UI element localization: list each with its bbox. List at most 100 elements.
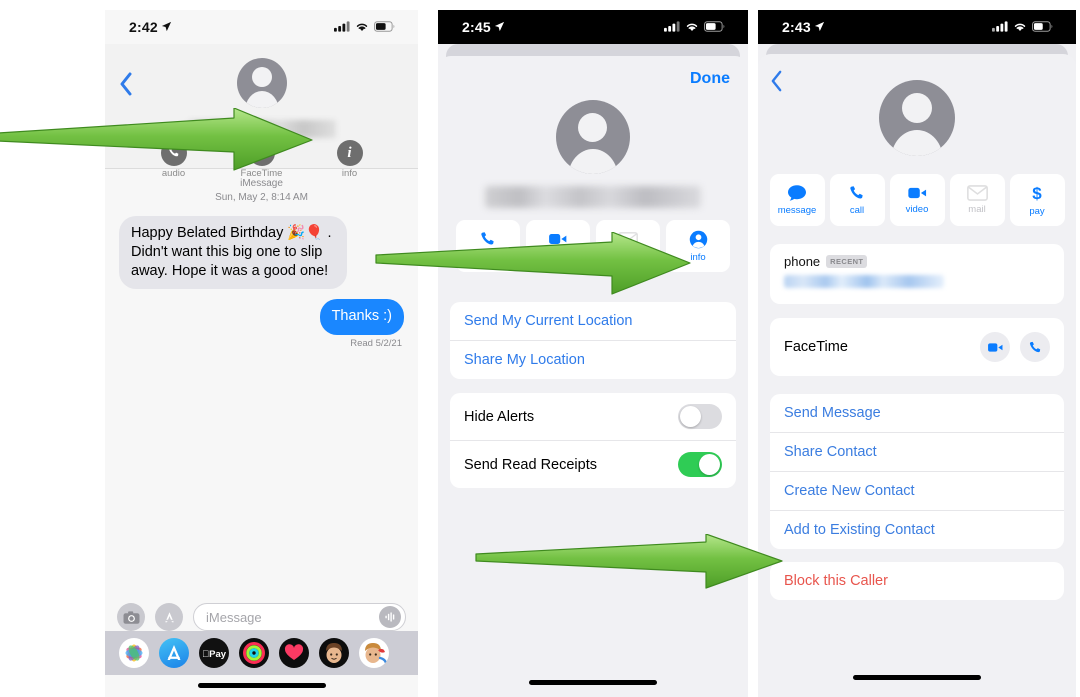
location-card: Send My Current Location Share My Locati… — [450, 302, 736, 379]
date-stamp: Sun, May 2, 8:14 AM — [215, 191, 308, 203]
phone-label-group: phone RECENT — [784, 254, 1050, 269]
facetime-video-button[interactable] — [980, 332, 1010, 362]
row-label: Share My Location — [464, 352, 585, 368]
battery-icon — [374, 19, 396, 35]
action-button-video[interactable]: video — [889, 174, 945, 226]
action-button-label: video — [905, 204, 929, 215]
info-icon: i — [336, 140, 363, 166]
location-arrow-icon — [814, 19, 825, 35]
row-share-contact[interactable]: Share Contact — [770, 432, 1064, 471]
phone-icon — [481, 232, 494, 245]
phone-number-row[interactable]: phone RECENT — [770, 244, 1064, 304]
imessage-app-drawer: Pay — [105, 631, 418, 675]
message-row-incoming: Happy Belated Birthday 🎉🎈 . Didn't want … — [119, 216, 404, 290]
audio-waveform-icon[interactable] — [379, 606, 401, 628]
row-create-new-contact[interactable]: Create New Contact — [770, 471, 1064, 510]
video-icon — [248, 140, 275, 166]
contact-action-buttons: message call video mail $ pay — [758, 174, 1076, 226]
action-button-mail: mail — [596, 220, 660, 272]
action-button-pay[interactable]: $ pay — [1009, 174, 1065, 226]
status-indicators — [992, 19, 1054, 35]
status-indicators — [334, 19, 396, 35]
row-label: Create New Contact — [784, 483, 915, 499]
app-store-icon[interactable] — [155, 603, 183, 631]
status-time: 2:42 — [129, 19, 158, 35]
photos-app-icon[interactable] — [119, 638, 149, 668]
wifi-icon — [1013, 19, 1027, 35]
message-bubble-outgoing[interactable]: Thanks :) — [319, 299, 404, 335]
imessage-input[interactable]: iMessage — [193, 603, 406, 631]
row-send-message[interactable]: Send Message — [770, 394, 1064, 432]
video-icon — [907, 187, 926, 199]
conversation-body: iMessage Sun, May 2, 8:14 AM Happy Belat… — [105, 169, 418, 349]
message-bubble-incoming[interactable]: Happy Belated Birthday 🎉🎈 . Didn't want … — [119, 216, 347, 290]
svg-text:Pay: Pay — [202, 649, 227, 660]
toggle-knob — [699, 454, 720, 475]
action-button-label: call — [480, 251, 496, 262]
row-block-this-caller[interactable]: Block this Caller — [770, 562, 1064, 600]
home-indicator — [529, 680, 657, 685]
cellular-icon — [992, 19, 1008, 35]
memoji-stickers-app-icon[interactable] — [359, 638, 389, 668]
avatar[interactable] — [236, 58, 287, 108]
action-button-call[interactable]: call — [829, 174, 885, 226]
action-button-label: message — [777, 205, 817, 216]
battery-icon — [1032, 19, 1054, 35]
action-button-message[interactable]: message — [769, 174, 825, 226]
status-bar: 2:43 — [758, 10, 1076, 44]
person-circle-icon — [689, 230, 707, 248]
row-add-to-existing-contact[interactable]: Add to Existing Contact — [770, 510, 1064, 549]
status-time: 2:45 — [462, 19, 491, 35]
row-send-my-current-location[interactable]: Send My Current Location — [450, 302, 736, 340]
status-bar: 2:45 — [438, 10, 748, 44]
conversation-meta: iMessage Sun, May 2, 8:14 AM — [119, 169, 404, 206]
health-app-icon[interactable] — [279, 638, 309, 668]
done-button[interactable]: Done — [690, 70, 730, 88]
wifi-icon — [685, 19, 699, 35]
phone-contact-info: 2:43 message call video mail $ pay phone… — [758, 10, 1076, 697]
row-label: Send Read Receipts — [464, 456, 597, 473]
action-button-label: mail — [619, 249, 637, 261]
facetime-label: FaceTime — [784, 339, 848, 355]
home-indicator — [853, 675, 981, 680]
row-label: Hide Alerts — [464, 408, 535, 425]
cellular-icon — [664, 19, 680, 35]
facetime-audio-button[interactable] — [1020, 332, 1050, 362]
row-send-read-receipts[interactable]: Send Read Receipts — [450, 440, 736, 488]
action-button-label: mail — [968, 204, 986, 215]
wifi-icon — [355, 19, 369, 35]
contact-action-buttons: call video mail info — [438, 220, 748, 272]
send-read-receipts-toggle[interactable] — [678, 452, 722, 477]
phone-icon — [850, 186, 863, 199]
contact-name-redacted — [485, 186, 701, 208]
action-button-call[interactable]: call — [456, 220, 520, 272]
back-chevron-icon[interactable] — [770, 70, 783, 97]
row-share-my-location[interactable]: Share My Location — [450, 340, 736, 379]
details-sheet: Done call video mail info Send My Curren… — [438, 56, 748, 697]
action-button-video[interactable]: video — [526, 220, 590, 272]
memoji-app-icon[interactable] — [319, 638, 349, 668]
service-label: iMessage — [240, 178, 283, 189]
phone-messages-conversation: 2:42 audio FaceTime i info iMessage Sun,… — [105, 10, 418, 697]
status-time-group: 2:42 — [129, 19, 172, 35]
row-label: Block this Caller — [784, 573, 888, 589]
contact-avatar-wrap — [105, 58, 418, 108]
contact-avatar-wrap — [758, 54, 1076, 156]
avatar[interactable] — [556, 100, 630, 174]
action-button-label: call — [849, 205, 865, 216]
fitness-rings-app-icon[interactable] — [239, 638, 269, 668]
camera-icon[interactable] — [117, 603, 145, 631]
status-time-group: 2:43 — [782, 19, 825, 35]
avatar[interactable] — [879, 80, 955, 156]
phone-number-redacted — [784, 275, 944, 288]
row-hide-alerts[interactable]: Hide Alerts — [450, 393, 736, 440]
hide-alerts-toggle[interactable] — [678, 404, 722, 429]
contact-actions-card: Send Message Share Contact Create New Co… — [770, 394, 1064, 549]
apple-pay-app-icon[interactable]: Pay — [199, 638, 229, 668]
svg-text:$: $ — [1032, 184, 1042, 203]
app-store-app-icon[interactable] — [159, 638, 189, 668]
message-bubble-icon — [788, 185, 806, 201]
phone-number-card[interactable]: phone RECENT — [770, 244, 1064, 304]
read-receipt: Read 5/2/21 — [350, 337, 402, 349]
action-button-info[interactable]: info — [666, 220, 730, 272]
